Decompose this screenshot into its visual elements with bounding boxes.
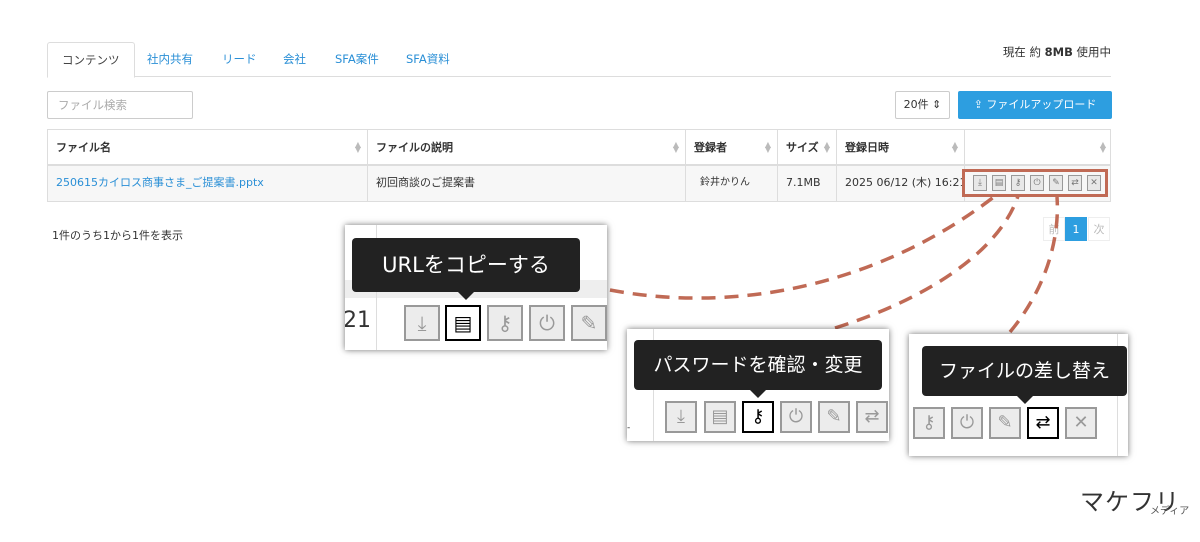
edit-icon[interactable]: ✎ (571, 305, 607, 341)
edit-icon[interactable]: ✎ (989, 407, 1021, 439)
power-icon[interactable]: ⏻ (951, 407, 983, 439)
power-icon[interactable]: ⏻ (529, 305, 565, 341)
key-icon[interactable]: ⚷ (742, 401, 774, 433)
copy-url-icon[interactable]: ▤ (704, 401, 736, 433)
power-icon[interactable]: ⏻ (780, 401, 812, 433)
table-fragment: - (627, 423, 631, 433)
replace-icon[interactable]: ⇄ (856, 401, 888, 433)
tooltip-password: パスワードを確認・変更 (634, 340, 882, 398)
delete-icon[interactable]: ✕ (1065, 407, 1097, 439)
partial-time: 21 (345, 308, 371, 333)
callout-replace: ファイルの差し替え ⚷ ⏻ ✎ ⇄ ✕ (909, 334, 1128, 456)
download-icon[interactable]: ⤓ (404, 305, 440, 341)
connector-copy-url (609, 194, 997, 300)
callout-password: パスワードを確認・変更 - ⤓ ▤ ⚷ ⏻ ✎ ⇄ (627, 329, 889, 441)
brand-logo-sub: メディア (1150, 506, 1190, 517)
edit-icon[interactable]: ✎ (818, 401, 850, 433)
tooltip-copy-url: URLをコピーする (352, 238, 580, 300)
key-icon[interactable]: ⚷ (913, 407, 945, 439)
copy-url-icon[interactable]: ▤ (445, 305, 481, 341)
tooltip-replace: ファイルの差し替え (922, 346, 1127, 404)
connector-replace (1008, 196, 1060, 334)
download-icon[interactable]: ⤓ (665, 401, 697, 433)
callout-copy-url: 21 URLをコピーする ⤓ ▤ ⚷ ⏻ ✎ (345, 225, 607, 350)
replace-icon[interactable]: ⇄ (1027, 407, 1059, 439)
key-icon[interactable]: ⚷ (487, 305, 523, 341)
connector-password (834, 195, 1020, 330)
